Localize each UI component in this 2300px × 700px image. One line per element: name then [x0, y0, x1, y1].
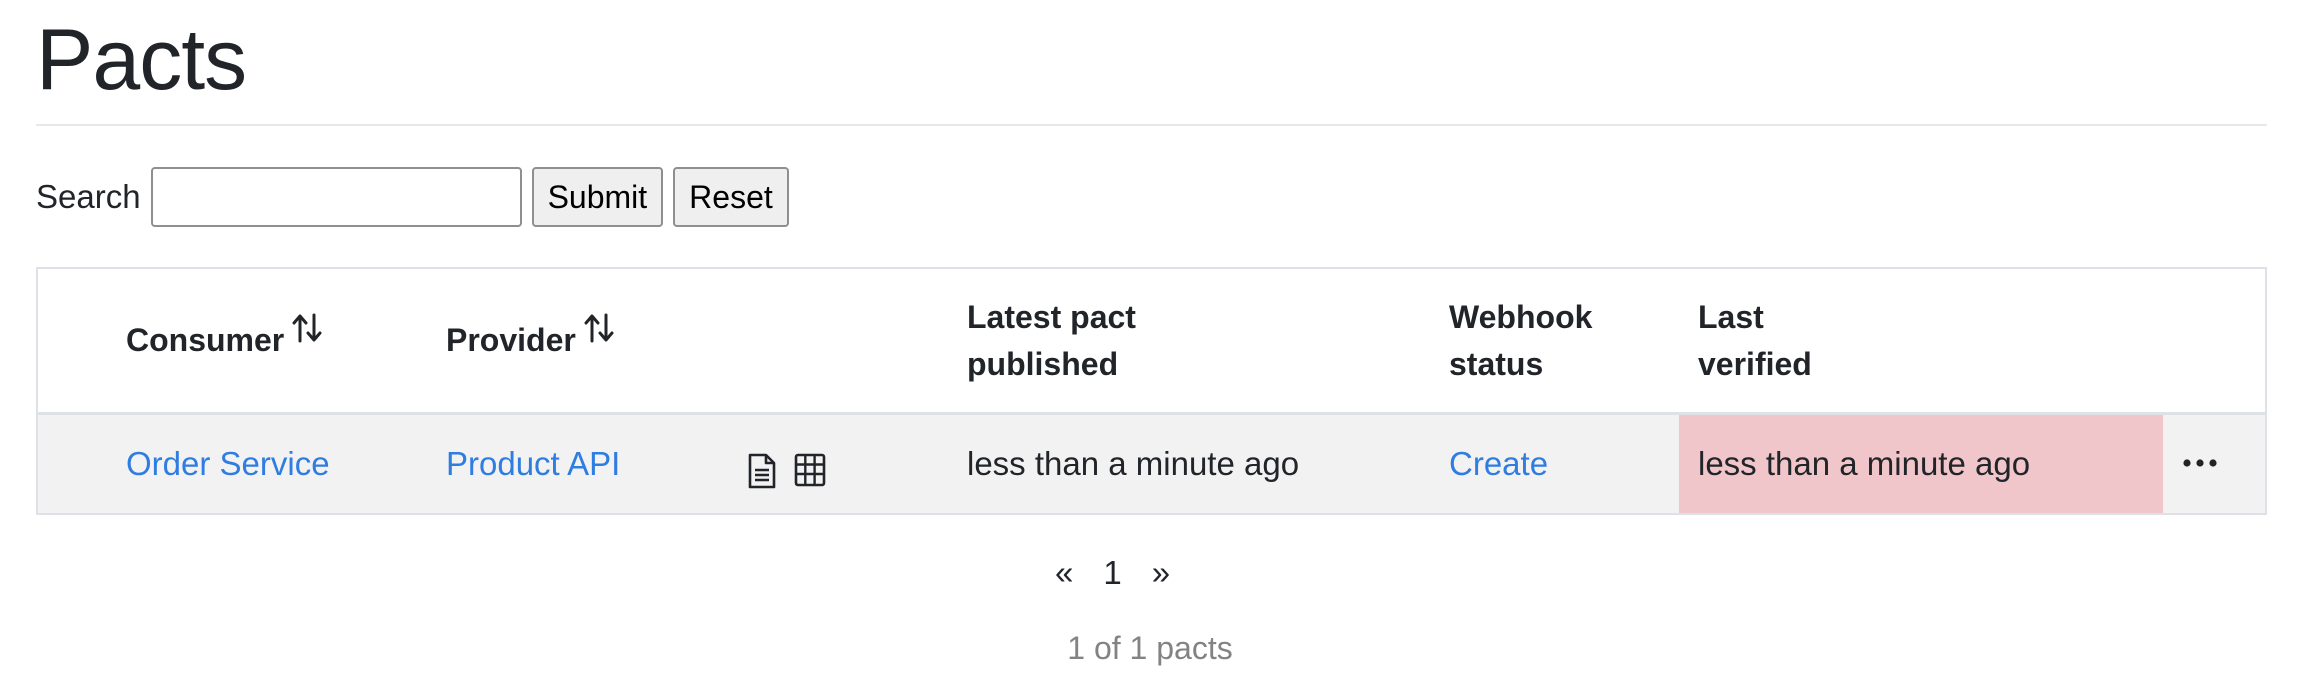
results-count: 1 of 1 pacts: [1067, 630, 1233, 666]
more-options-icon[interactable]: [2178, 451, 2222, 475]
page-title: Pacts: [36, 12, 247, 108]
pagination-page[interactable]: 1: [1103, 554, 1121, 592]
webhook-status-cell: Create: [1449, 415, 1548, 513]
column-header-consumer[interactable]: Consumer: [126, 313, 322, 364]
pagination-next[interactable]: »: [1152, 554, 1170, 592]
sort-icon[interactable]: [584, 311, 614, 358]
table-header: Consumer Provider Latest pact published …: [38, 269, 2265, 415]
column-header-provider-label: Provider: [446, 322, 576, 358]
column-header-latest-pact-published: Latest pact published: [967, 294, 1136, 388]
search-input[interactable]: [150, 167, 522, 227]
column-header-latest-pact-line1: Latest pact: [967, 299, 1136, 335]
column-header-webhook-status: Webhook status: [1449, 294, 1592, 388]
provider-cell: Product API: [446, 415, 620, 513]
pacts-page: Pacts Search Submit Reset Consumer Provi…: [0, 0, 2300, 700]
column-header-provider[interactable]: Provider: [446, 313, 614, 364]
search-form: Search Submit Reset: [36, 166, 799, 228]
title-divider: [36, 124, 2267, 126]
column-header-last-verified-line2: verified: [1698, 346, 1812, 382]
consumer-link[interactable]: Order Service: [126, 445, 330, 482]
provider-link[interactable]: Product API: [446, 445, 620, 482]
column-header-webhook-line1: Webhook: [1449, 299, 1593, 335]
column-header-webhook-line2: status: [1449, 346, 1544, 382]
pagination-previous[interactable]: «: [1055, 554, 1073, 592]
sort-icon[interactable]: [292, 311, 322, 358]
latest-pact-published-cell: less than a minute ago: [967, 445, 1300, 482]
column-header-latest-pact-line2: published: [967, 346, 1119, 382]
search-label: Search: [36, 178, 141, 215]
pagination: « 1 »: [1055, 548, 1170, 598]
last-verified-cell: less than a minute ago: [1679, 415, 2163, 513]
document-icon[interactable]: [746, 453, 778, 494]
column-header-consumer-label: Consumer: [126, 322, 285, 358]
table-row: Order Service Product API less than a mi…: [38, 415, 2265, 513]
matrix-table-icon[interactable]: [794, 453, 826, 492]
consumer-cell: Order Service: [126, 415, 330, 513]
column-header-last-verified-line1: Last: [1698, 299, 1764, 335]
last-verified-value: less than a minute ago: [1698, 445, 2031, 482]
submit-button[interactable]: Submit: [531, 167, 664, 227]
create-webhook-link[interactable]: Create: [1449, 445, 1548, 482]
reset-button[interactable]: Reset: [673, 167, 789, 227]
column-header-last-verified: Last verified: [1698, 294, 1812, 388]
pacts-table: Consumer Provider Latest pact published …: [36, 267, 2267, 515]
